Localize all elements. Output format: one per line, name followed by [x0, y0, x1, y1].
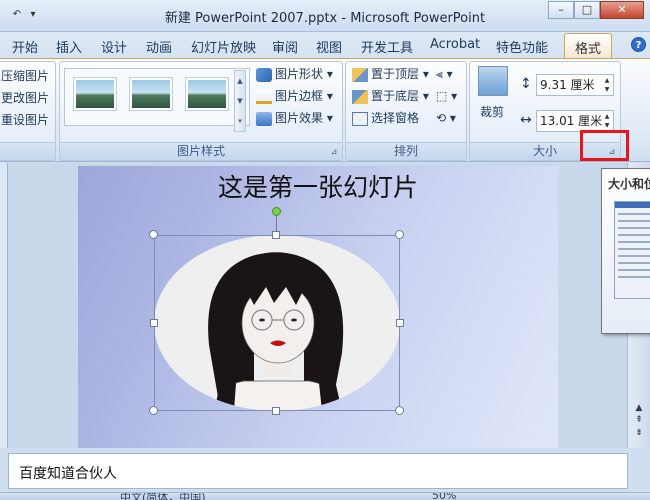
resize-handle-bottom-right[interactable] [395, 406, 404, 415]
align-icon[interactable]: ⫷ ▾ [436, 66, 453, 82]
send-to-back-button[interactable]: 置于底层 ▾ [352, 88, 429, 104]
style-thumb[interactable] [73, 77, 117, 111]
scroll-up-icon[interactable]: ▲ [628, 403, 650, 413]
height-icon: ↕ [520, 76, 532, 92]
tab-slideshow[interactable]: 幻灯片放映 [191, 37, 256, 56]
picture-shape-button[interactable]: 图片形状 ▾ [256, 66, 333, 82]
window-controls: – □ ✕ [548, 1, 644, 19]
tab-review[interactable]: 审阅 [272, 37, 298, 56]
height-spinner[interactable]: ▲ ▼ [602, 76, 612, 94]
help-icon[interactable]: ? [631, 37, 646, 52]
gallery-scroll-buttons[interactable]: ▲ ▼ ▾ [234, 70, 246, 132]
tab-acrobat[interactable]: Acrobat [430, 37, 480, 52]
notes-pane[interactable]: 百度知道合伙人 [8, 453, 628, 489]
next-slide-icon[interactable]: ⇟ [628, 428, 650, 438]
shape-height-input[interactable]: 9.31 厘米 ▲ ▼ [536, 74, 614, 96]
shape-width-input[interactable]: 13.01 厘米 ▲ ▼ [536, 110, 614, 132]
slide-title[interactable]: 这是第一张幻灯片 [78, 168, 558, 204]
tab-design[interactable]: 设计 [101, 37, 127, 56]
size-position-tooltip: 大小和位 [601, 168, 650, 334]
resize-handle-bottom-left[interactable] [149, 406, 158, 415]
adjust-group: 压缩图片 更改图片 重设图片 [0, 61, 56, 161]
resize-handle-right[interactable] [396, 319, 404, 327]
ribbon-tabs: 开始 插入 设计 动画 幻灯片放映 审阅 视图 开发工具 Acrobat 特色功… [0, 32, 650, 59]
picture-styles-launcher-icon[interactable]: ⊿ [329, 147, 339, 157]
bring-to-front-button[interactable]: 置于顶层 ▾ [352, 66, 429, 82]
picture-effects-button[interactable]: 图片效果 ▾ [256, 110, 333, 126]
arrange-group: 置于顶层 ▾ 置于底层 ▾ 选择窗格 ⫷ ▾ ⬚ ▾ ⟲ ▾ 排列 [345, 61, 467, 161]
crop-button[interactable]: 裁剪 [480, 104, 504, 120]
dialog-preview-image [614, 201, 650, 299]
zoom-level[interactable]: 50% [432, 493, 456, 500]
close-button[interactable]: ✕ [600, 1, 644, 19]
reset-picture-button[interactable]: 重设图片 [1, 112, 49, 128]
rotation-handle[interactable] [272, 207, 281, 216]
title-bar: ↶ ▾ 新建 PowerPoint 2007.pptx - Microsoft … [0, 0, 650, 32]
notes-text: 百度知道合伙人 [19, 466, 117, 482]
minimize-button[interactable]: – [548, 1, 574, 19]
bring-front-icon [352, 67, 368, 82]
status-bar: 中文(简体，中国) 50% [0, 492, 650, 500]
picture-style-gallery [64, 68, 250, 126]
slide-canvas[interactable]: 这是第一张幻灯片 [78, 166, 558, 448]
selection-pane-icon [352, 111, 368, 126]
tooltip-title: 大小和位 [608, 177, 650, 191]
adjust-group-label [0, 142, 55, 160]
resize-handle-top[interactable] [272, 231, 280, 239]
tab-animations[interactable]: 动画 [146, 37, 172, 56]
tab-insert[interactable]: 插入 [56, 37, 82, 56]
tab-format[interactable]: 格式 [564, 33, 613, 59]
group-icon[interactable]: ⬚ ▾ [436, 88, 457, 104]
slides-pane-edge[interactable] [0, 163, 8, 448]
pencil-icon [256, 89, 272, 104]
prev-slide-icon[interactable]: ⇞ [628, 415, 650, 425]
compress-pictures-button[interactable]: 压缩图片 [1, 68, 49, 84]
rotate-icon[interactable]: ⟲ ▾ [436, 110, 456, 126]
resize-handle-bottom[interactable] [272, 407, 280, 415]
style-thumb[interactable] [129, 77, 173, 111]
send-back-icon [352, 89, 368, 104]
tab-developer[interactable]: 开发工具 [361, 37, 413, 56]
maximize-button[interactable]: □ [574, 1, 600, 19]
width-icon: ↔ [520, 112, 532, 128]
selection-frame [154, 235, 400, 411]
change-picture-button[interactable]: 更改图片 [1, 90, 49, 106]
width-spinner[interactable]: ▲ ▼ [602, 112, 612, 130]
tab-home[interactable]: 开始 [12, 37, 38, 56]
style-thumb[interactable] [185, 77, 229, 111]
picture-styles-group: ▲ ▼ ▾ 图片形状 ▾ 图片边框 ▾ 图片效果 ▾ 图片样式 ⊿ [59, 61, 343, 161]
crop-icon[interactable] [478, 66, 508, 96]
ribbon: 压缩图片 更改图片 重设图片 ▲ ▼ ▾ 图片形状 ▾ 图片边框 ▾ 图片效果 ▾ … [0, 58, 650, 162]
resize-handle-top-right[interactable] [395, 230, 404, 239]
workspace: 这是第一张幻灯片 ▲ ⇞ ⇟ [0, 163, 650, 448]
arrange-label: 排列 [346, 142, 466, 160]
selection-pane-button[interactable]: 选择窗格 [352, 110, 419, 126]
picture-styles-label: 图片样式 [60, 142, 342, 160]
launcher-highlight-box [580, 130, 629, 161]
language-status[interactable]: 中文(简体，中国) [120, 493, 206, 500]
tab-special[interactable]: 特色功能 [496, 37, 548, 56]
resize-handle-left[interactable] [150, 319, 158, 327]
shapes-icon [256, 67, 272, 82]
picture-border-button[interactable]: 图片边框 ▾ [256, 88, 333, 104]
resize-handle-top-left[interactable] [149, 230, 158, 239]
tab-view[interactable]: 视图 [316, 37, 342, 56]
effects-icon [256, 111, 272, 126]
